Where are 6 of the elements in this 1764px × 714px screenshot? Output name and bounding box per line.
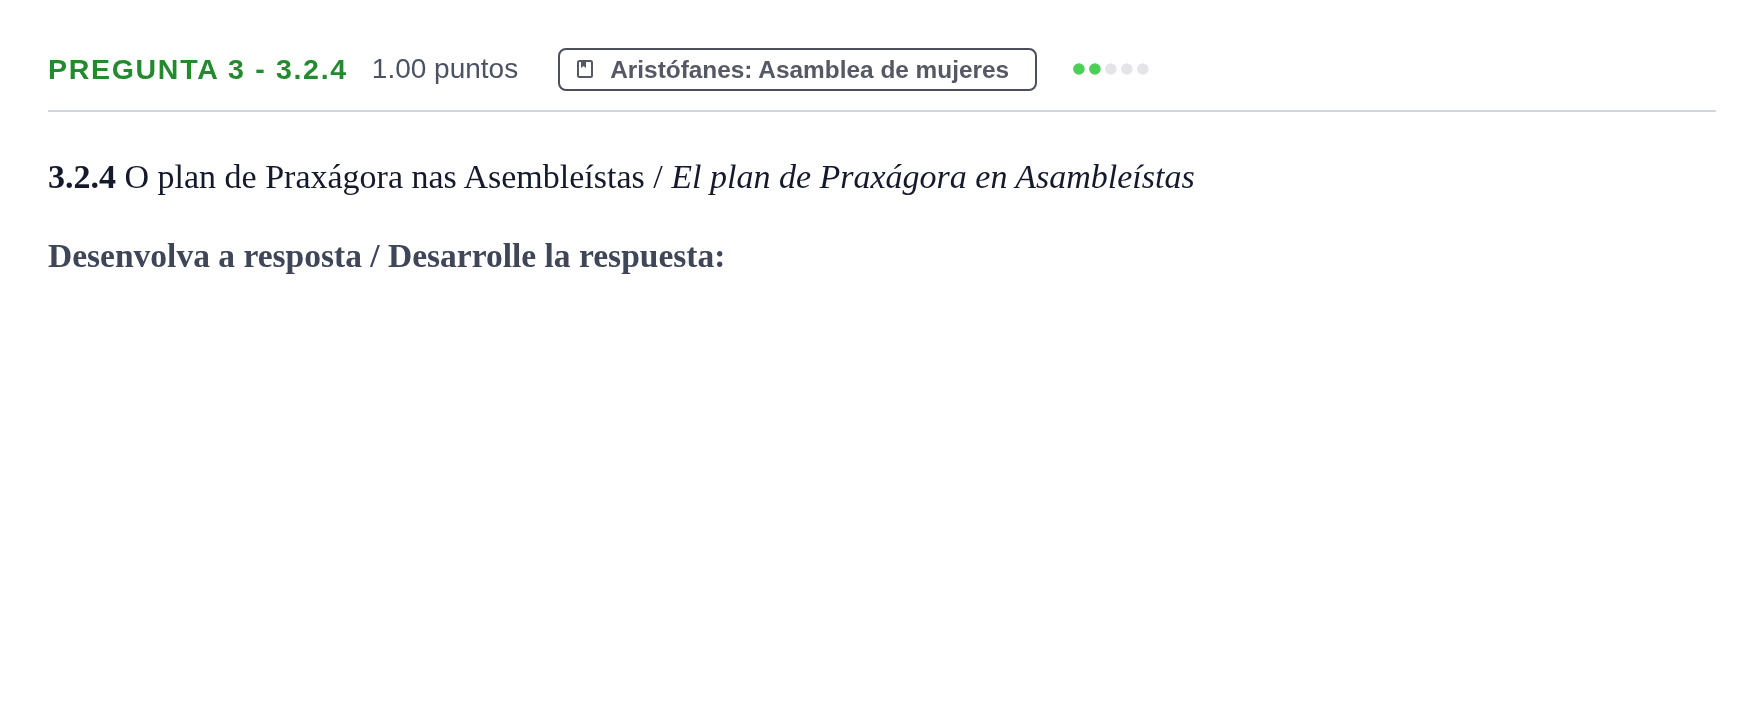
question-heading: 3.2.4 O plan de Praxágora nas Asembleístas / El plan de Praxágora en Asambleístas: [48, 157, 1196, 197]
question-title: PREGUNTA 3 - 3.2.4: [48, 51, 348, 87]
topic-tag: Aristófanes: Asamblea de mujeres: [558, 47, 1038, 91]
points-label: 1.00 puntos: [371, 52, 519, 86]
book-icon: [577, 60, 594, 78]
answer-instruction: Desenvolva a resposta / Desarrolle la respuesta:: [48, 236, 727, 276]
